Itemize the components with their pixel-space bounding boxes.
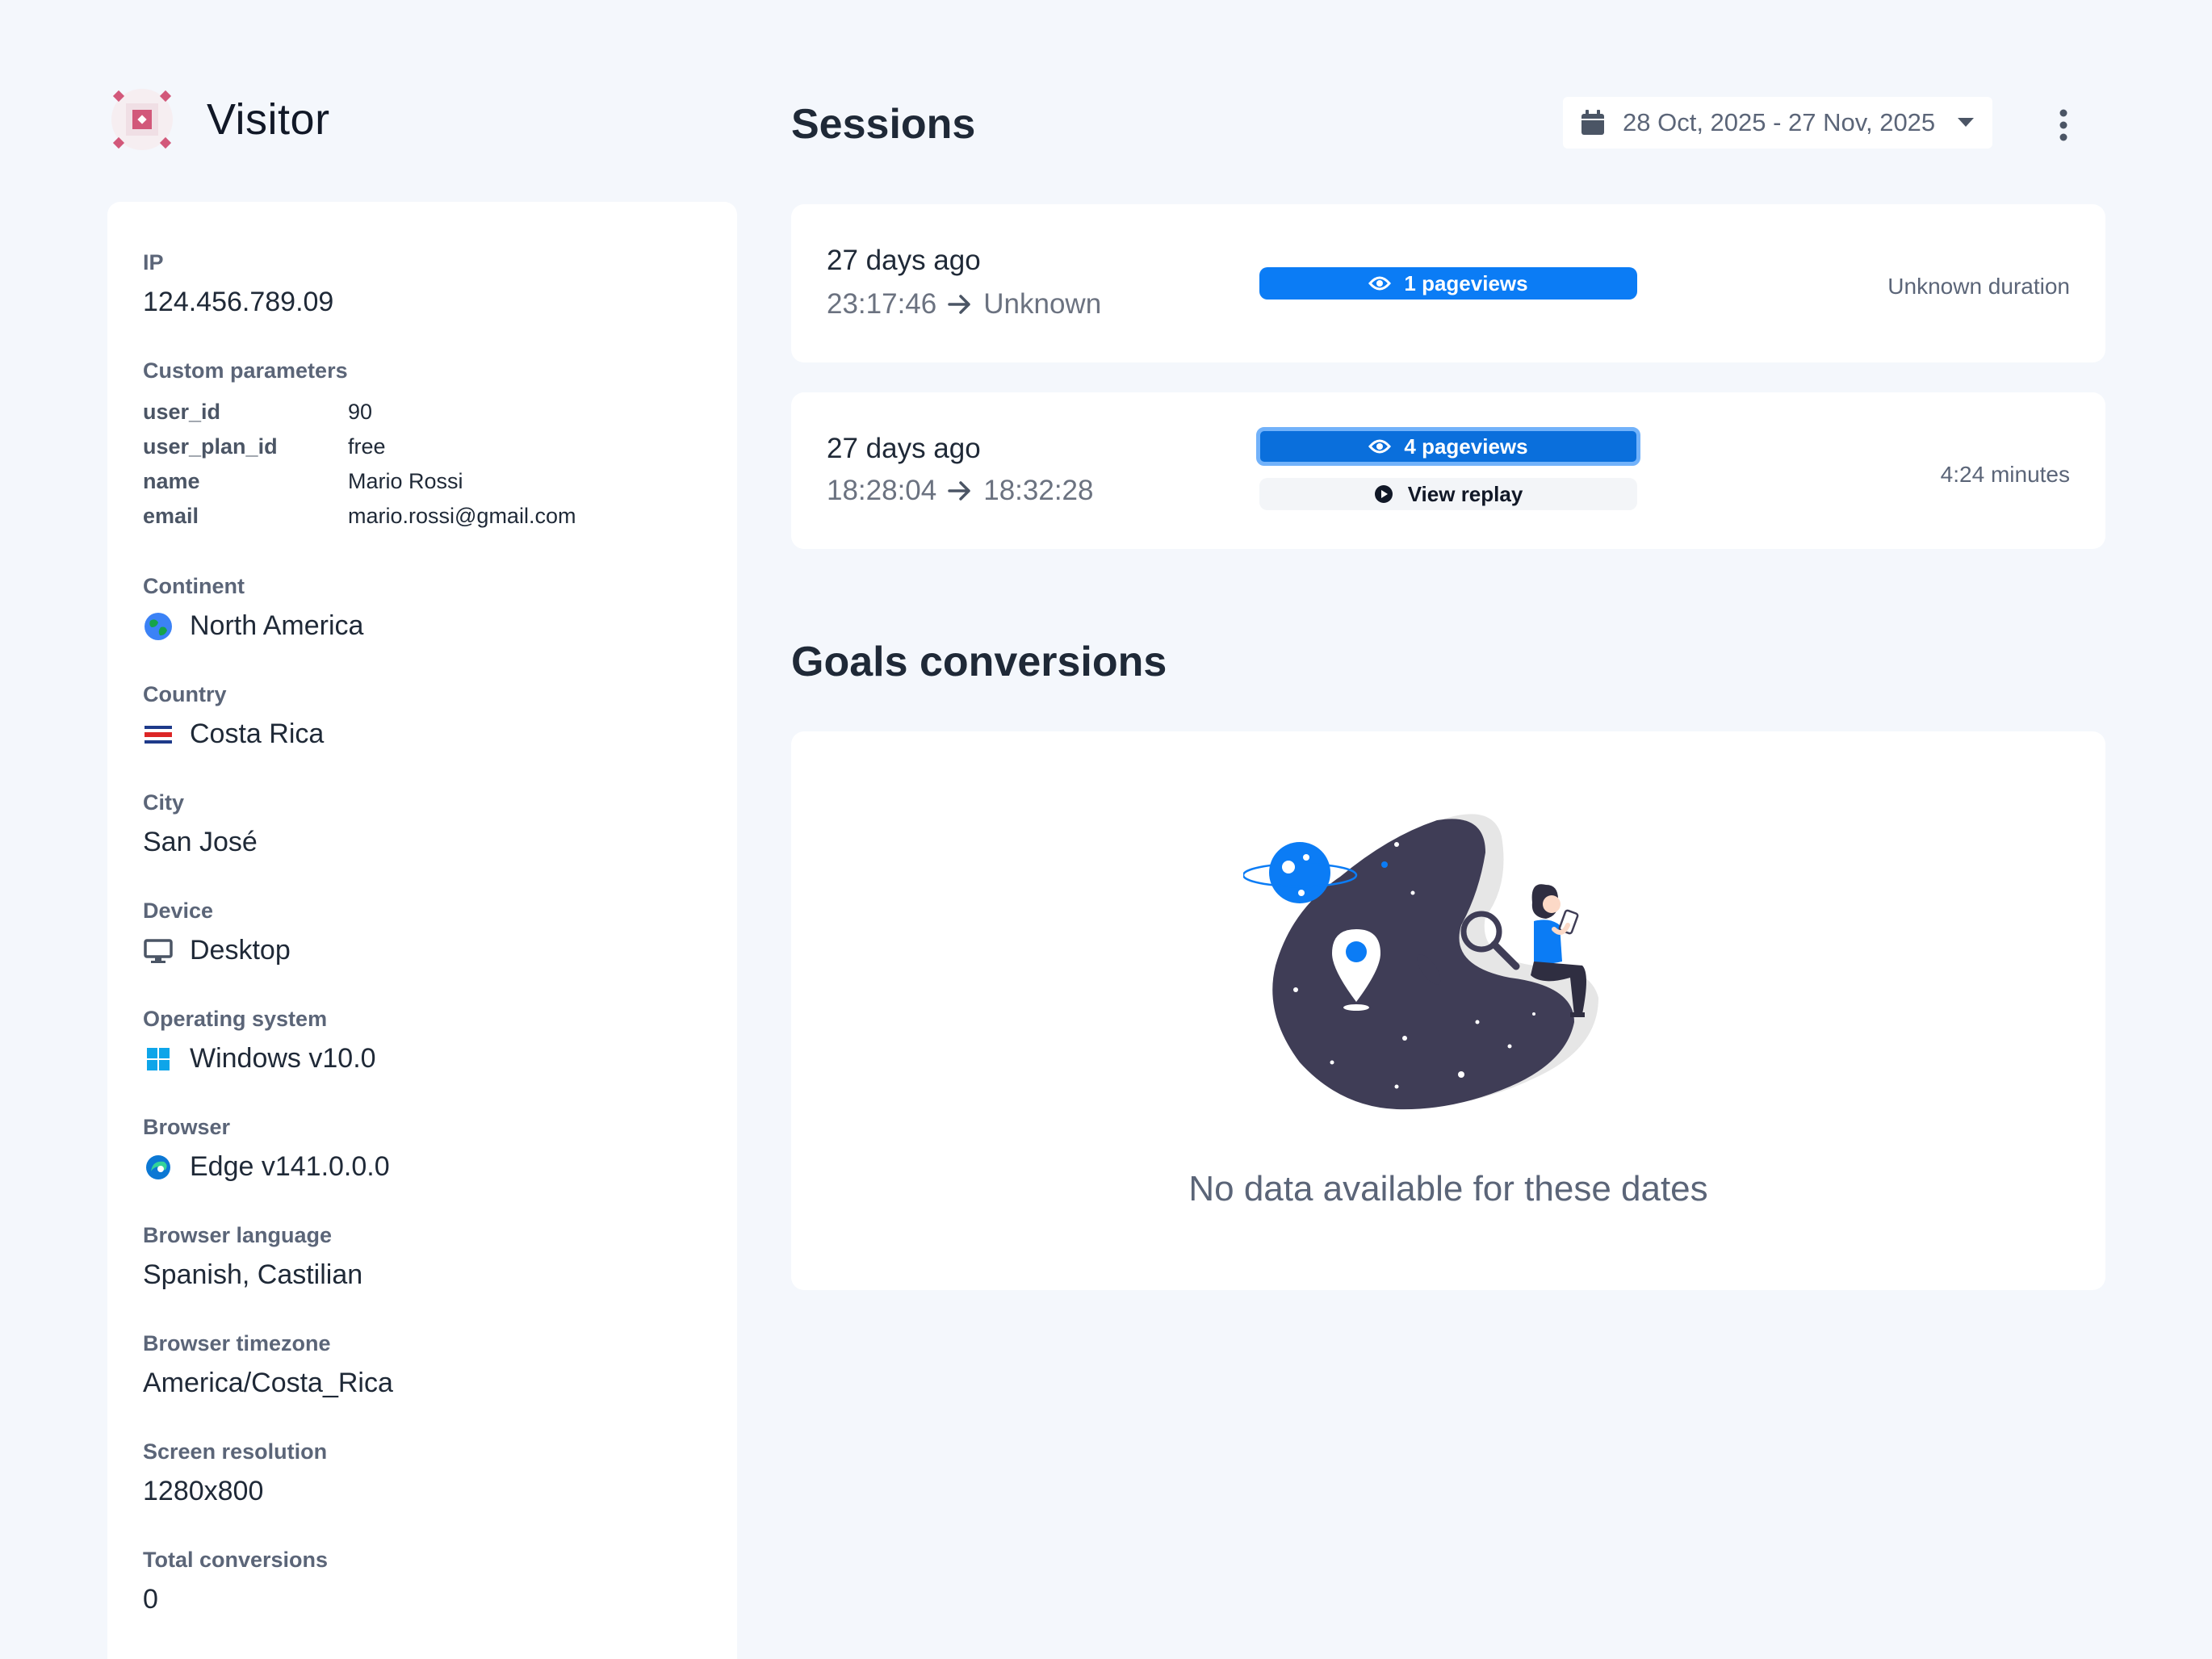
city-label: City [143, 790, 185, 815]
conversions-value: 0 [143, 1584, 158, 1615]
visitor-header: Visitor [110, 87, 330, 152]
eye-icon [1368, 276, 1392, 291]
timezone-value: America/Costa_Rica [143, 1368, 393, 1398]
session-duration: Unknown duration [1887, 274, 2070, 299]
edge-icon [146, 1154, 170, 1179]
browser-label: Browser [143, 1115, 231, 1139]
country-block: Country Costa Rica [143, 682, 702, 750]
city-value: San José [143, 827, 258, 857]
calendar-icon [1581, 110, 1604, 135]
os-value-row: Windows v10.0 [143, 1043, 702, 1075]
chevron-down-icon [1958, 118, 1974, 127]
resolution-block: Screen resolution 1280x800 [143, 1439, 702, 1507]
param-row: name Mario Rossi [143, 464, 702, 499]
custom-parameters-block: Custom parameters user_id 90 user_plan_i… [143, 358, 702, 534]
windows-icon [147, 1047, 170, 1070]
param-value: mario.rossi@gmail.com [348, 504, 576, 528]
arrow-right-icon [948, 481, 970, 501]
os-block: Operating system Windows v10.0 [143, 1007, 702, 1075]
costa-rica-flag-icon [145, 725, 172, 744]
pageviews-badge[interactable]: 4 pageviews [1256, 427, 1640, 466]
param-value: 90 [348, 400, 373, 424]
country-label: Country [143, 682, 227, 706]
session-duration: 4:24 minutes [1940, 462, 2070, 487]
continent-block: Continent North America [143, 574, 702, 642]
session-times: 18:28:04 18:32:28 [827, 475, 1094, 507]
empty-state-text: No data available for these dates [1188, 1169, 1708, 1209]
conversions-block: Total conversions 0 [143, 1548, 702, 1615]
empty-state-illustration [1243, 814, 1598, 1110]
visitor-info-card: IP 124.456.789.09 Custom parameters user… [107, 202, 737, 1659]
device-value-row: Desktop [143, 935, 702, 966]
ip-label: IP [143, 250, 164, 274]
custom-parameters-label: Custom parameters [143, 358, 348, 383]
continent-label: Continent [143, 574, 245, 598]
param-key: name [143, 469, 200, 493]
timezone-block: Browser timezone America/Costa_Rica [143, 1331, 702, 1399]
more-options-icon[interactable] [2047, 107, 2080, 144]
eye-icon [1368, 439, 1392, 454]
ip-block: IP 124.456.789.09 [143, 250, 702, 318]
custom-parameters-table: user_id 90 user_plan_id free name Mario … [143, 395, 702, 534]
language-label: Browser language [143, 1223, 333, 1247]
visitor-title: Visitor [207, 95, 330, 144]
param-row: user_id 90 [143, 395, 702, 429]
continent-value: North America [190, 610, 364, 641]
continent-value-row: North America [143, 610, 702, 642]
view-replay-button[interactable]: View replay [1259, 478, 1637, 510]
device-block: Device Desktop [143, 899, 702, 966]
language-value: Spanish, Castilian [143, 1259, 363, 1290]
device-label: Device [143, 899, 214, 923]
param-key: user_id [143, 400, 221, 424]
pageviews-label: 4 pageviews [1404, 434, 1528, 459]
session-ago: 27 days ago [827, 245, 981, 276]
language-block: Browser language Spanish, Castilian [143, 1223, 702, 1291]
param-key: user_plan_id [143, 434, 278, 459]
browser-value: Edge v141.0.0.0 [190, 1151, 390, 1182]
goals-title: Goals conversions [791, 639, 1167, 685]
param-value: Mario Rossi [348, 469, 463, 493]
param-row: email mario.rossi@gmail.com [143, 499, 702, 534]
globe-icon [145, 612, 172, 640]
browser-value-row: Edge v141.0.0.0 [143, 1151, 702, 1183]
session-start-time: 18:28:04 [827, 475, 937, 506]
date-range-picker[interactable]: 28 Oct, 2025 - 27 Nov, 2025 [1563, 97, 1992, 149]
param-key: email [143, 504, 199, 528]
pageviews-label: 1 pageviews [1404, 270, 1528, 295]
arrow-right-icon [948, 295, 970, 314]
conversions-label: Total conversions [143, 1548, 329, 1572]
timezone-label: Browser timezone [143, 1331, 331, 1355]
param-value: free [348, 434, 386, 459]
session-end-time: 18:32:28 [983, 475, 1094, 506]
visitor-page: Visitor IP 124.456.789.09 Custom paramet… [0, 0, 2212, 1659]
browser-block: Browser Edge v141.0.0.0 [143, 1115, 702, 1183]
visitor-avatar-icon [111, 89, 173, 150]
country-value: Costa Rica [190, 718, 325, 749]
session-ago: 27 days ago [827, 433, 981, 464]
sessions-title: Sessions [791, 101, 976, 148]
session-card[interactable]: 27 days ago 18:28:04 18:32:28 4 pageview… [791, 392, 2105, 549]
session-card[interactable]: 27 days ago 23:17:46 Unknown 1 pageviews… [791, 204, 2105, 362]
resolution-value: 1280x800 [143, 1476, 264, 1506]
session-times: 23:17:46 Unknown [827, 288, 1101, 320]
view-replay-label: View replay [1407, 481, 1523, 506]
date-range-text: 28 Oct, 2025 - 27 Nov, 2025 [1623, 108, 1936, 136]
os-label: Operating system [143, 1007, 328, 1031]
desktop-icon [144, 938, 173, 963]
session-end-time: Unknown [983, 288, 1102, 320]
goals-card: No data available for these dates [791, 731, 2105, 1290]
session-start-time: 23:17:46 [827, 288, 937, 320]
param-row: user_plan_id free [143, 429, 702, 464]
city-block: City San José [143, 790, 702, 858]
ip-value: 124.456.789.09 [143, 287, 334, 317]
pageviews-badge[interactable]: 1 pageviews [1259, 267, 1637, 300]
device-value: Desktop [190, 935, 291, 966]
country-value-row: Costa Rica [143, 718, 702, 750]
os-value: Windows v10.0 [190, 1043, 376, 1074]
play-icon [1374, 485, 1393, 503]
resolution-label: Screen resolution [143, 1439, 328, 1464]
